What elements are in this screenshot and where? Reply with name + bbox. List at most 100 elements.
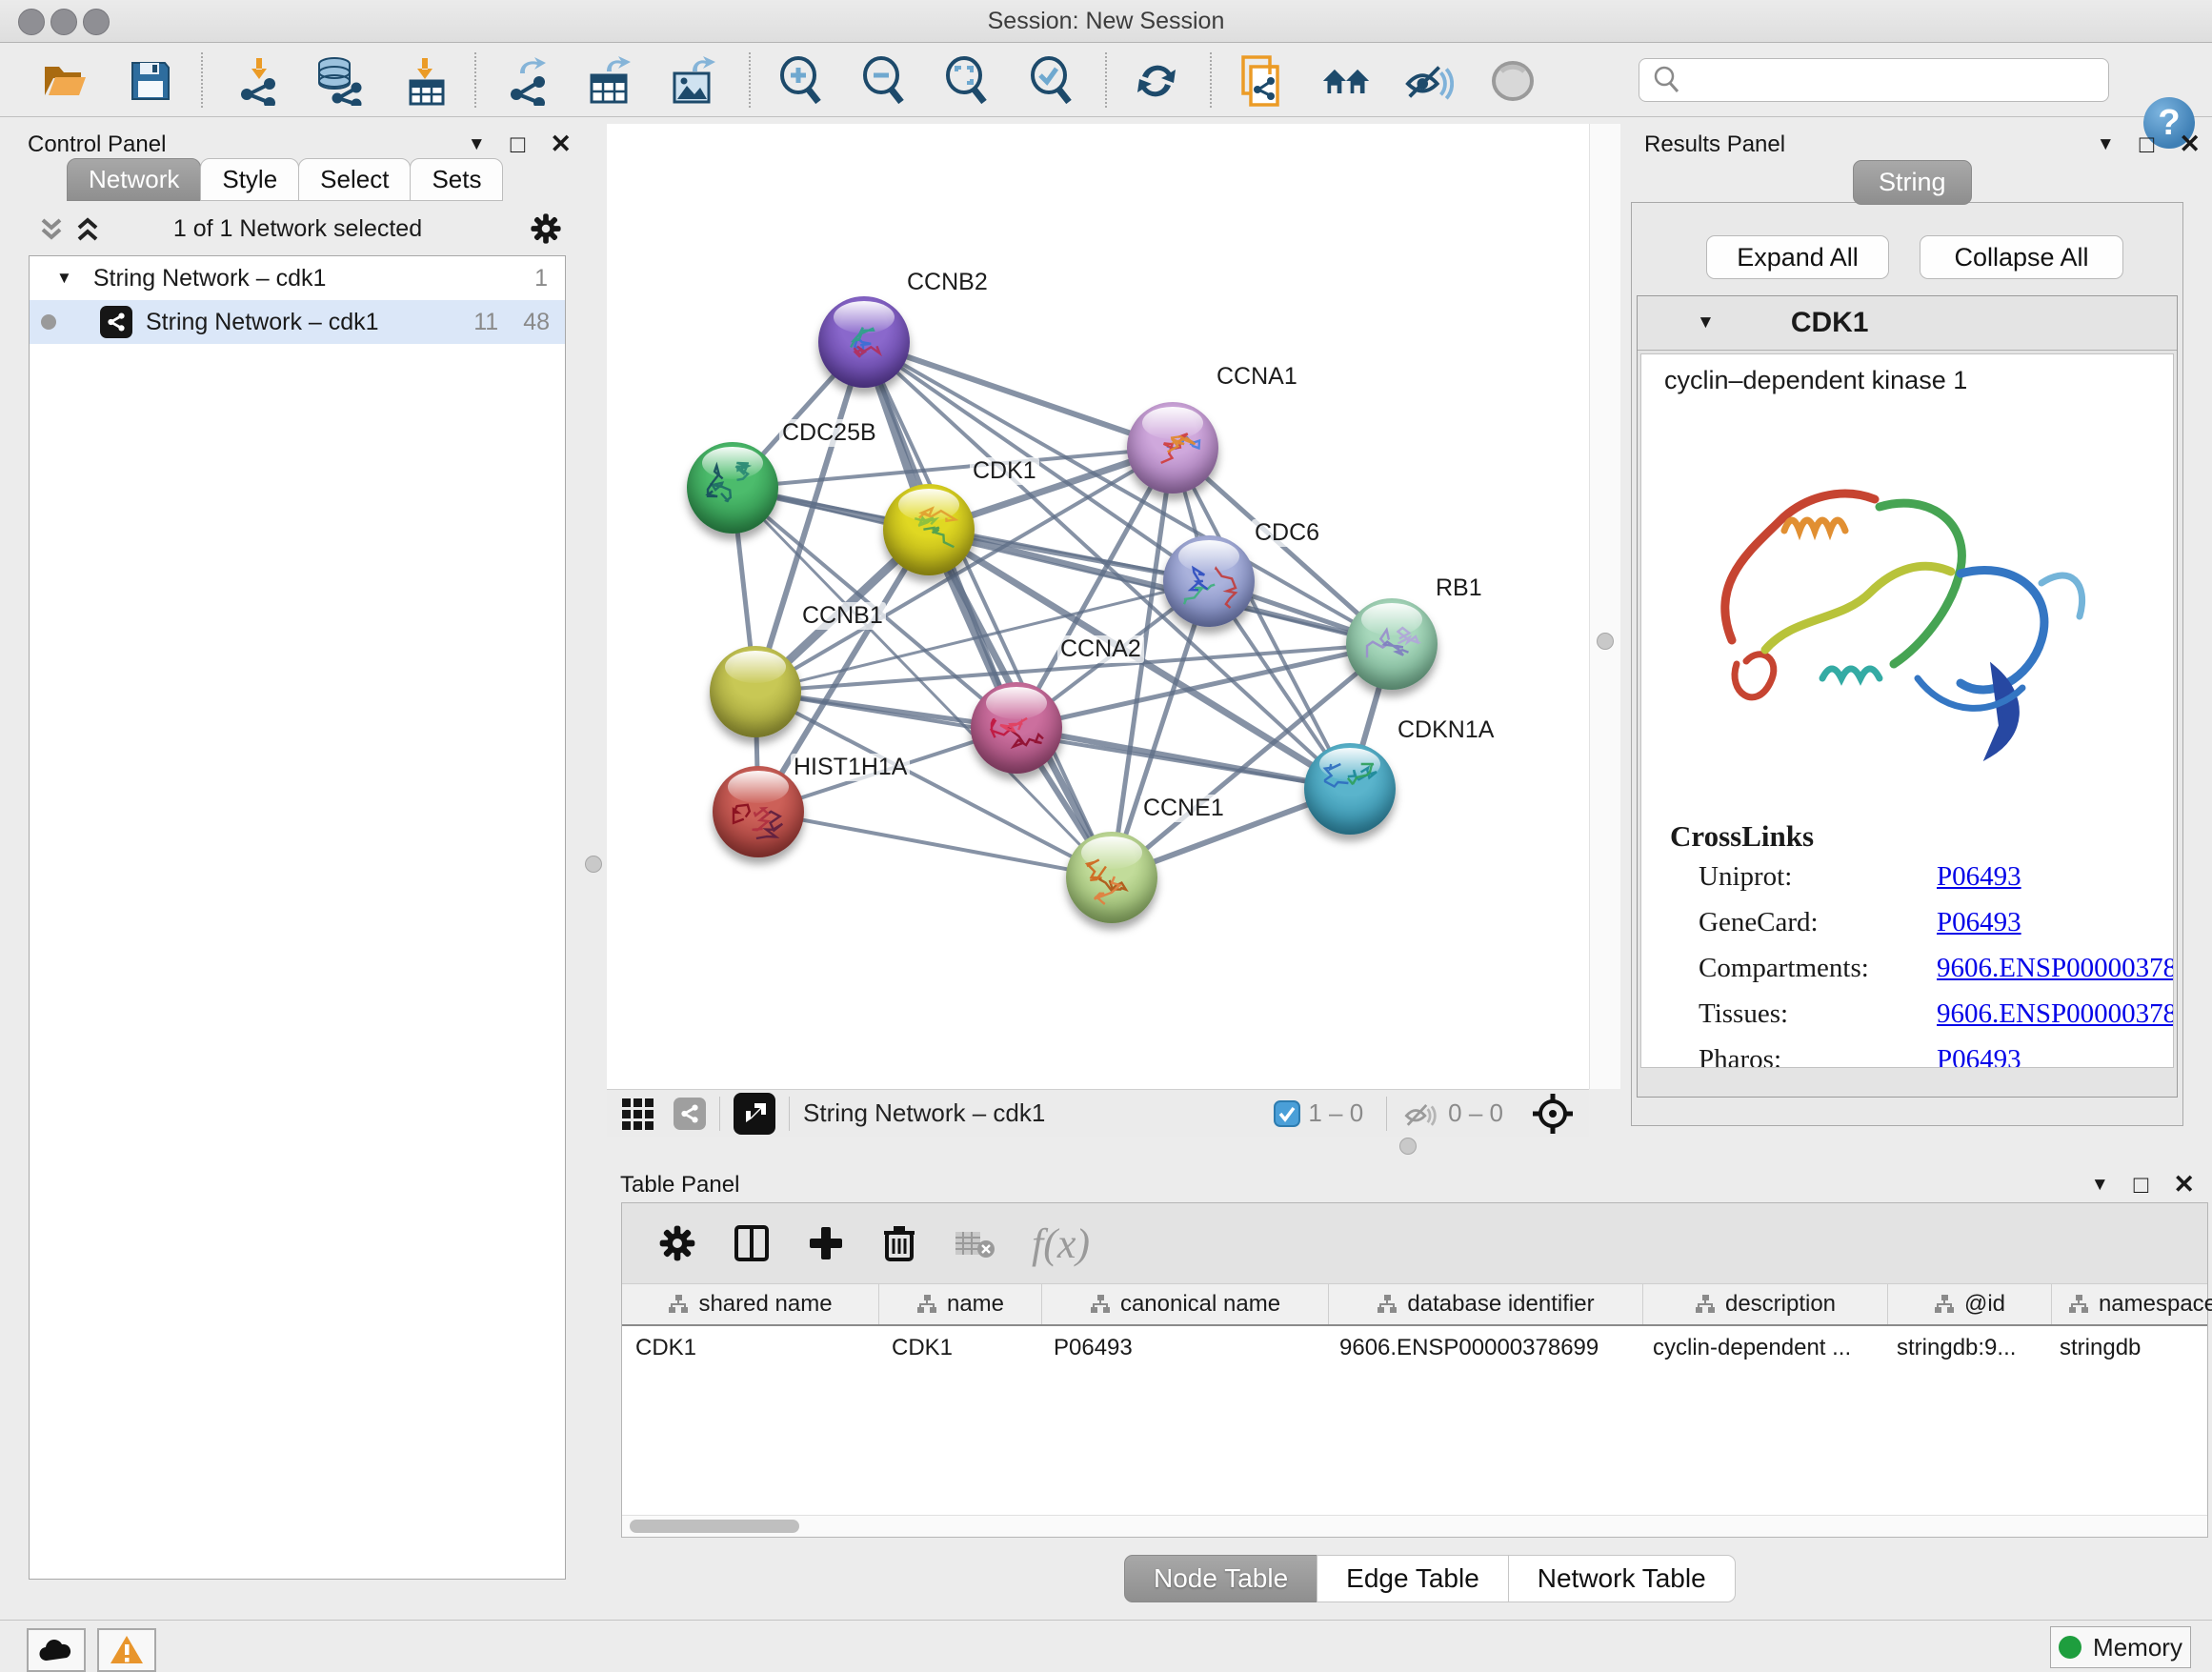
tab-select[interactable]: Select (298, 158, 411, 201)
column-header-canonical-name[interactable]: canonical name (1042, 1284, 1329, 1324)
panel-menu-icon[interactable]: ▼ (2091, 1175, 2109, 1196)
import-network-file-button[interactable] (234, 56, 284, 106)
search-box[interactable] (1639, 58, 2109, 102)
float-panel-icon[interactable]: □ (511, 130, 526, 159)
column-header-description[interactable]: description (1643, 1284, 1888, 1324)
tab-network[interactable]: Network (67, 158, 201, 201)
zoom-out-button[interactable] (858, 56, 908, 106)
table-cell[interactable]: stringdb (2046, 1326, 2212, 1370)
tab-network-table[interactable]: Network Table (1508, 1555, 1736, 1602)
warnings-button[interactable] (97, 1628, 156, 1672)
network-edges[interactable] (607, 124, 1589, 1089)
collapse-all-button[interactable]: Collapse All (1920, 235, 2123, 279)
close-panel-icon[interactable]: ✕ (2173, 1170, 2195, 1199)
tab-sets[interactable]: Sets (410, 158, 503, 201)
table-cell[interactable]: CDK1 (878, 1326, 1040, 1370)
table-cell[interactable]: 9606.ENSP00000378699 (1326, 1326, 1639, 1370)
gear-icon[interactable] (530, 212, 562, 245)
close-panel-icon[interactable]: ✕ (550, 130, 572, 159)
tab-string[interactable]: String (1853, 160, 1972, 205)
splitter-handle[interactable] (585, 856, 602, 873)
hide-selected-button[interactable] (1404, 56, 1454, 106)
birdseye-view-button[interactable] (734, 1093, 775, 1135)
network-node-CCNB1[interactable] (710, 646, 801, 737)
vertical-splitter-left[interactable] (581, 124, 607, 1136)
network-node-CCNA1[interactable] (1127, 402, 1218, 494)
panel-menu-icon[interactable]: ▼ (2097, 134, 2115, 155)
splitter-handle[interactable] (1399, 1138, 1417, 1155)
table-horizontal-scrollbar[interactable] (622, 1515, 2207, 1537)
scrollbar-thumb[interactable] (630, 1520, 799, 1533)
clone-network-button[interactable] (1237, 56, 1287, 106)
memory-button[interactable]: Memory (2050, 1626, 2191, 1668)
table-cell[interactable]: P06493 (1040, 1326, 1326, 1370)
crosslink-link[interactable]: P06493 (1937, 861, 2021, 893)
node-section-header[interactable]: ▼ CDK1 (1638, 296, 2177, 351)
import-network-database-button[interactable] (313, 56, 363, 106)
zoom-fit-button[interactable] (941, 56, 991, 106)
grid-view-icon[interactable] (620, 1095, 658, 1133)
search-input[interactable] (1691, 66, 2108, 94)
add-column-icon[interactable] (807, 1224, 845, 1262)
network-node-RB1[interactable] (1346, 598, 1438, 690)
splitter-handle[interactable] (1597, 633, 1614, 650)
apply-layout-button[interactable] (1132, 56, 1181, 106)
network-node-CCNA2[interactable] (971, 682, 1062, 774)
network-view-canvas[interactable]: CCNB2CCNA1CDC25BCDK1CDC6RB1CCNB1CCNA2CDK… (607, 124, 1589, 1089)
export-table-button[interactable] (585, 56, 634, 106)
network-node-CDC6[interactable] (1163, 535, 1255, 627)
table-cell[interactable]: CDK1 (622, 1326, 878, 1370)
float-panel-icon[interactable]: □ (2134, 1170, 2149, 1199)
fit-content-crosshair-icon[interactable] (1532, 1093, 1574, 1135)
open-session-button[interactable] (40, 56, 90, 106)
table-row[interactable]: CDK1CDK1P064939606.ENSP00000378699cyclin… (622, 1326, 2207, 1370)
delete-column-trash-icon[interactable] (881, 1223, 917, 1263)
selected-checkbox-icon[interactable] (1274, 1100, 1300, 1127)
table-settings-gear-icon[interactable] (658, 1224, 696, 1262)
cybrowser-home-button[interactable] (1321, 56, 1371, 106)
tab-node-table[interactable]: Node Table (1124, 1555, 1317, 1602)
column-header-namespace[interactable]: namespace (2052, 1284, 2212, 1324)
export-network-button[interactable] (504, 56, 553, 106)
crosslink-link[interactable]: P06493 (1937, 1044, 2021, 1068)
network-row[interactable]: String Network – cdk1 11 48 (30, 300, 565, 344)
table-cell[interactable]: cyclin-dependent ... (1639, 1326, 1883, 1370)
crosslink-link[interactable]: 9606.ENSP00000378699 (1937, 953, 2174, 984)
column-header-@id[interactable]: @id (1888, 1284, 2052, 1324)
expand-all-button[interactable]: Expand All (1706, 235, 1889, 279)
table-cell[interactable]: stringdb:9... (1883, 1326, 2046, 1370)
vertical-splitter-right[interactable] (1589, 124, 1620, 1089)
tab-edge-table[interactable]: Edge Table (1317, 1555, 1509, 1602)
network-node-CCNB2[interactable] (818, 296, 910, 388)
network-node-CCNE1[interactable] (1066, 832, 1157, 923)
network-collection-row[interactable]: ▼ String Network – cdk1 1 (30, 256, 565, 300)
export-image-button[interactable] (669, 56, 718, 106)
column-header-database-identifier[interactable]: database identifier (1329, 1284, 1643, 1324)
import-table-file-button[interactable] (400, 56, 450, 106)
show-columns-icon[interactable] (733, 1223, 771, 1263)
crosslink-row: GeneCard:P06493 (1699, 907, 1819, 938)
delete-table-icon[interactable] (954, 1226, 995, 1260)
zoom-in-button[interactable] (775, 56, 825, 106)
crosslink-link[interactable]: P06493 (1937, 907, 2021, 938)
disclosure-triangle-icon[interactable]: ▼ (56, 269, 72, 288)
edge-CCNB2-CCNE1[interactable] (864, 342, 1112, 877)
column-header-shared-name[interactable]: shared name (622, 1284, 879, 1324)
cloud-status-button[interactable] (27, 1628, 86, 1672)
close-panel-icon[interactable]: ✕ (2179, 130, 2201, 159)
column-header-name[interactable]: name (879, 1284, 1042, 1324)
network-node-CDC25B[interactable] (687, 442, 778, 534)
tab-style[interactable]: Style (200, 158, 299, 201)
float-panel-icon[interactable]: □ (2140, 130, 2155, 159)
zoom-selected-button[interactable] (1026, 56, 1076, 106)
network-node-CDK1[interactable] (883, 484, 975, 575)
show-all-button[interactable] (1488, 56, 1538, 106)
crosslink-link[interactable]: 9606.ENSP00000378699 (1937, 998, 2174, 1030)
hidden-eye-icon[interactable] (1400, 1098, 1440, 1129)
disclosure-triangle-icon[interactable]: ▼ (1697, 312, 1715, 333)
network-node-CDKN1A[interactable] (1304, 743, 1396, 835)
network-view-icon[interactable] (674, 1098, 706, 1130)
function-builder-icon[interactable]: f(x) (1032, 1219, 1090, 1268)
panel-menu-icon[interactable]: ▼ (468, 134, 486, 155)
save-session-button[interactable] (126, 56, 175, 106)
